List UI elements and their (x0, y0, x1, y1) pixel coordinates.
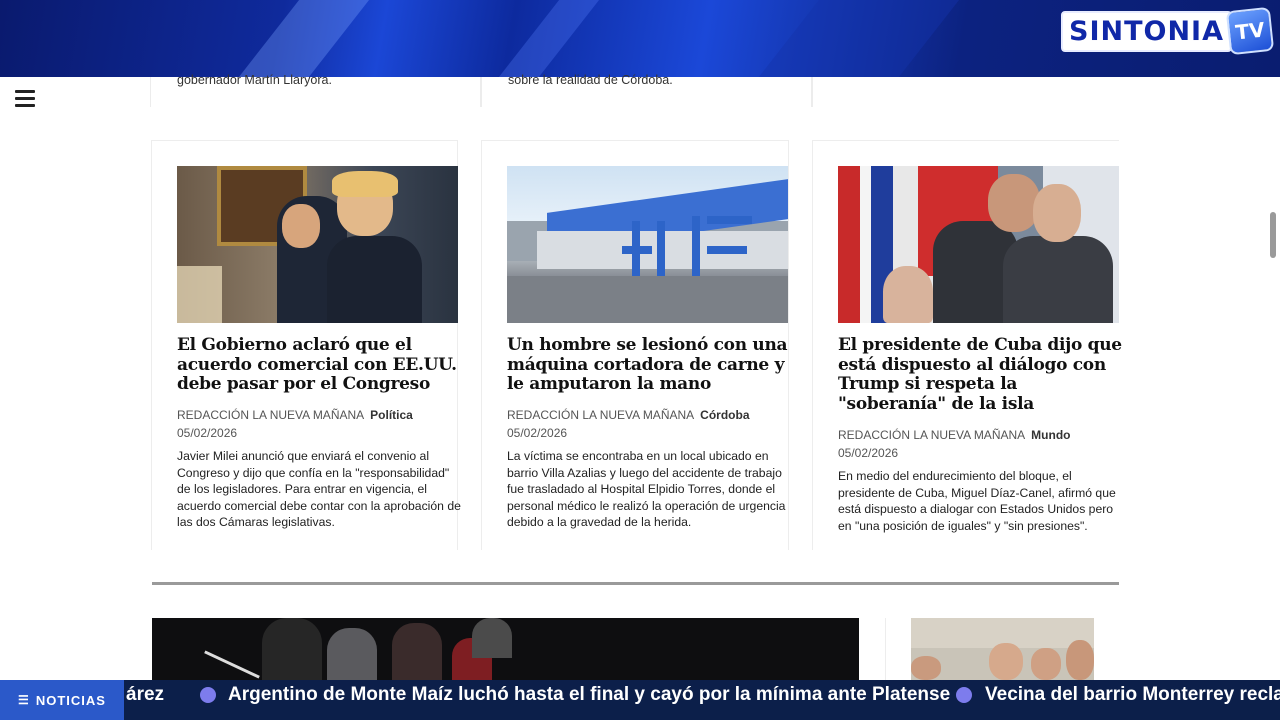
top-banner: SINTONIA TV (0, 0, 1280, 77)
menu-icon[interactable] (15, 90, 35, 108)
news-ticker: ☰ NOTICIAS árez Argentino de Monte Maíz … (0, 680, 1280, 720)
article-title[interactable]: El presidente de Cuba dijo que está disp… (838, 335, 1123, 414)
ticker-label: ☰ NOTICIAS (0, 680, 124, 720)
ticker-separator-icon (200, 687, 216, 703)
banner-streak (449, 0, 631, 77)
featured-article-image[interactable] (152, 618, 859, 680)
article-card[interactable]: Un hombre se lesionó con una máquina cor… (481, 140, 789, 550)
side-article-card[interactable] (885, 618, 1119, 680)
article-card[interactable]: El Gobierno aclaró que el acuerdo comerc… (151, 140, 461, 550)
article-date: 05/02/2026 (507, 426, 568, 440)
ticker-track: árez Argentino de Monte Maíz luchó hasta… (124, 680, 1280, 720)
article-author[interactable]: REDACCIÓN LA NUEVA MAÑANA (838, 428, 1025, 442)
article-image[interactable] (838, 166, 1119, 323)
article-excerpt: En medio del endurecimiento del bloque, … (838, 469, 1116, 533)
article-date: 05/02/2026 (177, 426, 238, 440)
logo-tv-badge: TV (1225, 6, 1275, 56)
side-article-image[interactable] (911, 618, 1094, 680)
banner-streak (189, 0, 401, 77)
ticker-label-text: NOTICIAS (35, 692, 106, 708)
article-title[interactable]: Un hombre se lesionó con una máquina cor… (507, 335, 792, 395)
scrollbar-thumb[interactable] (1270, 212, 1276, 258)
article-author[interactable]: REDACCIÓN LA NUEVA MAÑANA (177, 408, 364, 422)
site-logo[interactable]: SINTONIA TV (1061, 6, 1275, 56)
section-divider (152, 582, 1119, 585)
previous-card (812, 77, 1120, 107)
logo-wordmark: SINTONIA (1061, 10, 1232, 52)
article-section[interactable]: Mundo (1031, 428, 1070, 442)
article-date: 05/02/2026 (838, 446, 899, 460)
previous-excerpt-tail: gobernador Martín Llaryora. (177, 73, 332, 87)
previous-article-row: gobernador Martín Llaryora. sobre la rea… (150, 73, 1120, 107)
article-author[interactable]: REDACCIÓN LA NUEVA MAÑANA (507, 408, 694, 422)
ticker-item[interactable]: Argentino de Monte Maíz luchó hasta el f… (228, 680, 950, 720)
article-image[interactable] (177, 166, 458, 323)
article-meta: REDACCIÓN LA NUEVA MAÑANA Política (177, 408, 467, 422)
previous-card: sobre la realidad de Córdoba. (481, 73, 812, 107)
article-image[interactable] (507, 166, 788, 323)
article-meta: REDACCIÓN LA NUEVA MAÑANA Mundo (838, 428, 1128, 442)
article-excerpt: La víctima se encontraba en un local ubi… (507, 449, 786, 530)
banner-streak (709, 0, 991, 77)
ticker-separator-icon (956, 687, 972, 703)
ticker-item[interactable]: árez (126, 680, 164, 720)
article-card[interactable]: El presidente de Cuba dijo que está disp… (812, 140, 1122, 550)
rss-icon: ☰ (18, 693, 30, 707)
article-meta: REDACCIÓN LA NUEVA MAÑANA Córdoba (507, 408, 797, 422)
previous-excerpt-tail: sobre la realidad de Córdoba. (508, 73, 673, 87)
article-excerpt: Javier Milei anunció que enviará el conv… (177, 449, 461, 530)
previous-card: gobernador Martín Llaryora. (150, 73, 481, 107)
article-title[interactable]: El Gobierno aclaró que el acuerdo comerc… (177, 335, 462, 395)
article-section[interactable]: Política (370, 408, 413, 422)
ticker-item[interactable]: Vecina del barrio Monterrey reclam (985, 680, 1280, 720)
article-section[interactable]: Córdoba (700, 408, 749, 422)
